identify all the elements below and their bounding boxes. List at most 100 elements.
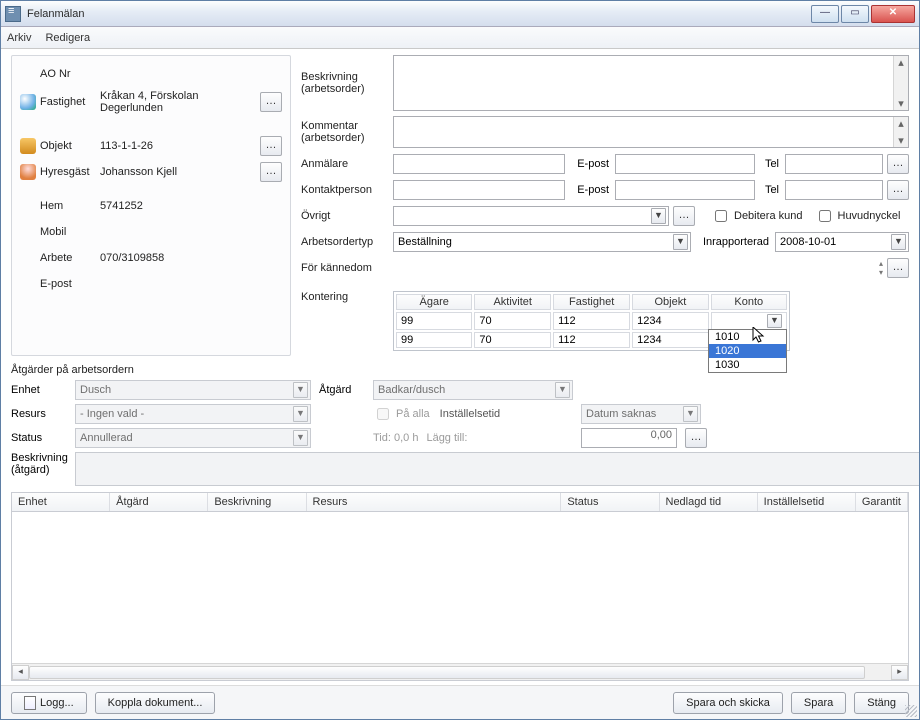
mobil-label: Mobil — [40, 226, 100, 238]
top-row: AO Nr Fastighet Kråkan 4, Förskolan Dege… — [11, 55, 909, 356]
kontaktperson-label: Kontaktperson — [301, 184, 393, 196]
konto-option[interactable]: 1010 — [709, 330, 786, 344]
kontering-label: Kontering — [301, 291, 393, 303]
results-grid[interactable]: Enhet Åtgärd Beskrivning Resurs Status N… — [11, 492, 909, 681]
spara-button[interactable]: Spara — [791, 692, 846, 714]
inrapporterad-date[interactable]: 2008-10-01▼ — [775, 232, 909, 252]
anmalare-browse-button[interactable]: … — [887, 154, 909, 174]
col-garantit[interactable]: Garantit — [856, 493, 908, 511]
chevron-down-icon: ▼ — [767, 314, 782, 328]
beskrivning-textarea[interactable]: ▴▾ — [393, 55, 909, 111]
blank-icon — [20, 224, 36, 240]
scrollbar[interactable]: ▴▾ — [893, 56, 908, 110]
kommentar-textarea[interactable]: ▴▾ — [393, 116, 909, 148]
spinner[interactable]: ▴▾ — [879, 259, 883, 277]
scrollbar[interactable]: ▴▾ — [893, 117, 908, 147]
koppla-dokument-button[interactable]: Koppla dokument... — [95, 692, 216, 714]
logg-button[interactable]: Logg... — [11, 692, 87, 714]
beskrivning-atgard-textarea: ▴▾ — [75, 452, 919, 486]
minimize-button[interactable]: ― — [811, 5, 839, 23]
scroll-left-icon[interactable]: ◂ — [12, 665, 29, 680]
chevron-down-icon: ▼ — [651, 208, 666, 224]
arbetsordertyp-combo[interactable]: Beställning▼ — [393, 232, 691, 252]
debitera-checkbox[interactable]: Debitera kund — [711, 207, 803, 225]
fastighet-value: Kråkan 4, Förskolan Degerlunden — [100, 90, 256, 114]
lagg-till-input[interactable]: 0,00 — [581, 428, 677, 448]
blank-icon — [20, 250, 36, 266]
stang-button[interactable]: Stäng — [854, 692, 909, 714]
tid-label: Tid: 0,0 h — [373, 432, 418, 444]
objekt-label: Objekt — [40, 140, 100, 152]
ovrigt-label: Övrigt — [301, 210, 393, 222]
konto-dropdown[interactable]: 1010 1020 1030 — [708, 329, 787, 373]
lagg-till-browse-button[interactable]: … — [685, 428, 707, 448]
hyresgast-label: Hyresgäst — [40, 166, 100, 178]
installelsetid-label: Inställelsetid — [440, 408, 501, 420]
chevron-down-icon: ▼ — [293, 430, 308, 446]
chevron-down-icon: ▼ — [293, 406, 308, 422]
menu-redigera[interactable]: Redigera — [45, 32, 90, 44]
kontaktperson-input[interactable] — [393, 180, 565, 200]
close-button[interactable]: ✕ — [871, 5, 915, 23]
status-combo: Annullerad▼ — [75, 428, 311, 448]
konto-option[interactable]: 1030 — [709, 358, 786, 372]
kontering-col-fastighet: Fastighet — [553, 294, 630, 310]
blank-icon — [20, 276, 36, 292]
maximize-button[interactable]: ▭ — [841, 5, 869, 23]
hyresgast-value: Johansson Kjell — [100, 166, 256, 178]
chevron-down-icon: ▼ — [293, 382, 308, 398]
col-beskrivning[interactable]: Beskrivning — [208, 493, 306, 511]
anmalare-epost-label: E-post — [565, 158, 615, 170]
kontaktperson-tel-input[interactable] — [785, 180, 883, 200]
kontering-col-konto: Konto — [711, 294, 787, 310]
actions-grid: Enhet Dusch▼ Åtgärd Badkar/dusch▼ Resurs… — [11, 380, 919, 448]
resurs-label: Resurs — [11, 408, 67, 420]
anmalare-tel-label: Tel — [755, 158, 785, 170]
resize-grip-icon[interactable] — [905, 705, 917, 717]
hyresgast-browse-button[interactable]: … — [260, 162, 282, 182]
document-icon — [24, 696, 36, 710]
epost-left-label: E-post — [40, 278, 100, 290]
objekt-browse-button[interactable]: … — [260, 136, 282, 156]
title-bar: Felanmälan ― ▭ ✕ — [1, 1, 919, 27]
col-installelsetid[interactable]: Inställelsetid — [758, 493, 856, 511]
window-title: Felanmälan — [27, 8, 811, 20]
col-nedlagd[interactable]: Nedlagd tid — [660, 493, 758, 511]
scroll-right-icon[interactable]: ▸ — [891, 665, 908, 680]
enhet-combo: Dusch▼ — [75, 380, 311, 400]
fastighet-label: Fastighet — [40, 96, 100, 108]
scroll-track[interactable] — [29, 665, 891, 680]
spara-och-skicka-button[interactable]: Spara och skicka — [673, 692, 783, 714]
kontering-table[interactable]: Ägare Aktivitet Fastighet Objekt Konto 9… — [393, 291, 790, 351]
chevron-down-icon: ▼ — [673, 234, 688, 250]
kontaktperson-epost-input[interactable] — [615, 180, 755, 200]
col-atgard[interactable]: Åtgärd — [110, 493, 208, 511]
col-enhet[interactable]: Enhet — [12, 493, 110, 511]
col-status[interactable]: Status — [561, 493, 659, 511]
ao-nr-label: AO Nr — [40, 68, 100, 80]
for-kannedom-browse-button[interactable]: … — [887, 258, 909, 278]
kontaktperson-browse-button[interactable]: … — [887, 180, 909, 200]
app-icon — [5, 6, 21, 22]
anmalare-epost-input[interactable] — [615, 154, 755, 174]
resurs-combo: - Ingen vald -▼ — [75, 404, 311, 424]
kontering-row[interactable]: 99 70 112 1234 ▼ 1010 1020 1030 — [396, 312, 787, 330]
app-window: Felanmälan ― ▭ ✕ Arkiv Redigera AO Nr Fa… — [0, 0, 920, 720]
cube-icon — [20, 138, 36, 154]
chevron-down-icon: ▼ — [555, 382, 570, 398]
scroll-thumb[interactable] — [29, 666, 865, 679]
ovrigt-combo[interactable]: ▼ — [393, 206, 669, 226]
huvudnyckel-checkbox[interactable]: Huvudnyckel — [815, 207, 901, 225]
horizontal-scrollbar[interactable]: ◂ ▸ — [12, 663, 908, 680]
konto-option-selected[interactable]: 1020 — [709, 344, 786, 358]
anmalare-input[interactable] — [393, 154, 565, 174]
menu-arkiv[interactable]: Arkiv — [7, 32, 31, 44]
objekt-value: 113-1-1-26 — [100, 140, 256, 152]
anmalare-tel-input[interactable] — [785, 154, 883, 174]
col-resurs[interactable]: Resurs — [307, 493, 562, 511]
hem-value: 5741252 — [100, 200, 143, 212]
ovrigt-browse-button[interactable]: … — [673, 206, 695, 226]
fastighet-browse-button[interactable]: … — [260, 92, 282, 112]
kontering-konto-cell[interactable]: ▼ 1010 1020 1030 — [711, 312, 787, 330]
for-kannedom-label: För kännedom — [301, 262, 393, 274]
